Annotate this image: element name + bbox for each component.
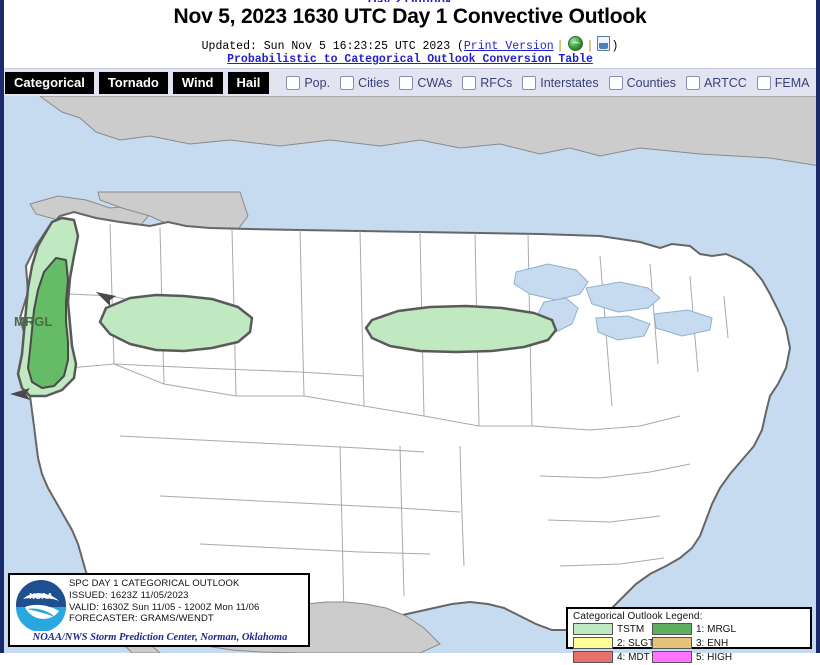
outlook-toolbar: Categorical Tornado Wind Hail Pop. Citie… [0,68,820,97]
legend-label-mdt: 4: MDT [617,652,650,663]
page-left-border [0,0,4,653]
checkbox-box-rfcs[interactable] [462,76,476,90]
legend-item-enh: 3: ENH [652,637,731,649]
checkbox-box-interstates[interactable] [522,76,536,90]
checkbox-pop[interactable]: Pop. [286,76,330,90]
legend-label-high: 5: HIGH [696,652,732,663]
outlook-type-tabs: Categorical Tornado Wind Hail [0,72,274,94]
checkbox-fema[interactable]: FEMA [757,76,810,90]
legend-swatch-slgt [573,637,613,649]
checkbox-counties[interactable]: Counties [609,76,676,90]
document-icon[interactable] [597,36,610,51]
legend-label-slgt: 2: SLGT [617,638,654,649]
separator-1: | [554,40,567,53]
day2-outlook-tab[interactable]: Day 2 Outlook [0,0,820,2]
checkbox-label-artcc: ARTCC [704,76,747,90]
tab-tornado[interactable]: Tornado [99,72,168,94]
checkbox-interstates[interactable]: Interstates [522,76,598,90]
legend-swatch-enh [652,637,692,649]
checkbox-box-counties[interactable] [609,76,623,90]
print-version-link[interactable]: Print Version [464,40,554,53]
overlay-checkboxes: Pop. Cities CWAs RFCs Interstates Counti… [286,76,820,90]
legend-item-slgt: 2: SLGT [573,637,652,649]
checkbox-cwas[interactable]: CWAs [399,76,452,90]
checkbox-box-cwas[interactable] [399,76,413,90]
updated-line: Updated: Sun Nov 5 16:23:25 UTC 2023 (Pr… [0,36,820,53]
checkbox-box-pop[interactable] [286,76,300,90]
conversion-table-link[interactable]: Probabilistic to Categorical Outlook Con… [0,53,820,66]
noaa-logo-svg: NOAA [15,579,67,631]
checkbox-box-artcc[interactable] [686,76,700,90]
page-right-border [816,0,820,653]
checkbox-rfcs[interactable]: RFCs [462,76,512,90]
globe-icon[interactable] [568,36,583,51]
checkbox-label-cities: Cities [358,76,389,90]
info-line-forecaster: FORECASTER: GRAMS/WENDT [69,613,259,625]
categorical-outlook-legend: Categorical Outlook Legend: TSTM 1: MRGL… [566,607,812,649]
tab-hail[interactable]: Hail [228,72,270,94]
risk-area-tstm-northern-plains [366,306,556,352]
checkbox-label-counties: Counties [627,76,676,90]
updated-text: Updated: Sun Nov 5 16:23:25 UTC 2023 ( [202,40,464,53]
legend-swatch-mrgl [652,623,692,635]
legend-item-tstm: TSTM [573,623,652,635]
tab-categorical[interactable]: Categorical [5,72,94,94]
info-line-issued: ISSUED: 1623Z 11/05/2023 [69,590,259,602]
checkbox-box-fema[interactable] [757,76,771,90]
checkbox-label-pop: Pop. [304,76,330,90]
noaa-logo-icon: NOAA [15,579,67,631]
mrgl-area-label: MRGL [14,314,52,329]
checkbox-label-fema: FEMA [775,76,810,90]
legend-label-enh: 3: ENH [696,638,728,649]
tab-wind[interactable]: Wind [173,72,223,94]
convective-outlook-map[interactable]: MRGL [0,96,820,653]
checkbox-label-interstates: Interstates [540,76,598,90]
checkbox-label-rfcs: RFCs [480,76,512,90]
outlook-info-box: NOAA SPC DAY 1 CATEGORICAL OUTLOOK ISSUE… [8,573,310,647]
checkbox-label-cwas: CWAs [417,76,452,90]
checkbox-artcc[interactable]: ARTCC [686,76,747,90]
legend-label-mrgl: 1: MRGL [696,624,736,635]
info-credit-line: NOAA/NWS Storm Prediction Center, Norman… [14,632,306,643]
page-header: Day 2 Outlook Nov 5, 2023 1630 UTC Day 1… [0,0,820,96]
legend-swatch-tstm [573,623,613,635]
info-text-lines: SPC DAY 1 CATEGORICAL OUTLOOK ISSUED: 16… [69,578,259,625]
info-line-title: SPC DAY 1 CATEGORICAL OUTLOOK [69,578,259,590]
map-svg[interactable]: MRGL [0,96,820,653]
info-line-valid: VALID: 1630Z Sun 11/05 - 1200Z Mon 11/06 [69,602,259,614]
separator-2: | [584,40,597,53]
noaa-logo-text: NOAA [29,592,53,601]
legend-item-mrgl: 1: MRGL [652,623,731,635]
checkbox-cities[interactable]: Cities [340,76,389,90]
legend-items: TSTM 1: MRGL 2: SLGT 3: ENH 4: MDT 5: HI… [573,623,807,665]
legend-label-tstm: TSTM [617,624,644,635]
checkbox-box-cities[interactable] [340,76,354,90]
updated-suffix: ) [611,40,618,53]
page-title: Nov 5, 2023 1630 UTC Day 1 Convective Ou… [0,5,820,29]
legend-title: Categorical Outlook Legend: [573,611,807,622]
